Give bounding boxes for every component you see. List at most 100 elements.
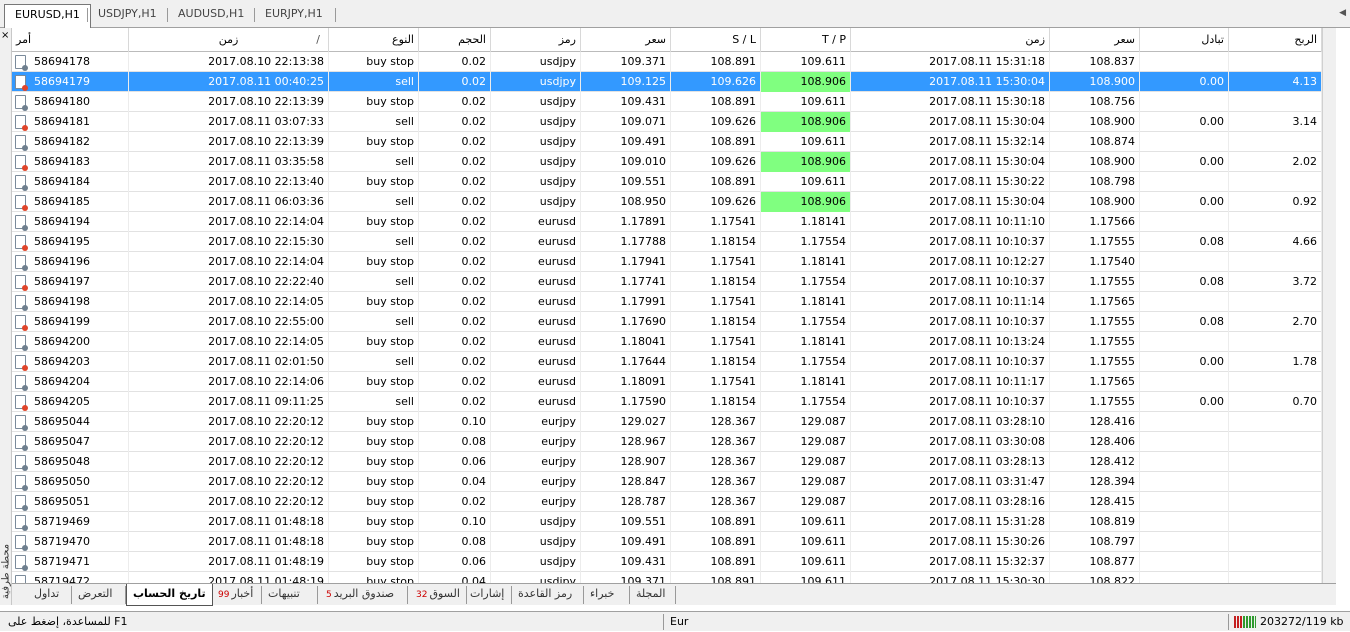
table-row[interactable]: 58694181 2017.08.11 03:07:33 sell 0.02 usdjp… xyxy=(12,112,1336,132)
cell-open-time: 2017.08.10 22:13:39 xyxy=(129,92,329,112)
table-row[interactable]: 58694200 2017.08.10 22:14:05 buy stop 0.02 e… xyxy=(12,332,1336,352)
col-header-order[interactable]: أمر xyxy=(12,28,129,52)
cell-volume: 0.04 xyxy=(419,572,491,583)
cell-open-time: 2017.08.10 22:13:40 xyxy=(129,172,329,192)
table-row[interactable]: 58694203 2017.08.11 02:01:50 sell 0.02 eurus… xyxy=(12,352,1336,372)
cell-close-time: 2017.08.11 10:10:37 xyxy=(851,312,1050,332)
cell-order: 58694199 xyxy=(12,312,129,332)
cell-profit xyxy=(1229,332,1322,352)
terminal-tab[interactable]: 32 السوق xyxy=(408,586,467,604)
cell-sl: 1.18154 xyxy=(671,272,761,292)
col-header-open-time[interactable]: زمن / xyxy=(129,28,329,52)
terminal-tab[interactable]: تاريخ الحساب xyxy=(126,584,213,606)
terminal-tab[interactable]: رمز القاعدة xyxy=(512,586,584,604)
terminal-tab[interactable]: التعرض xyxy=(72,586,126,604)
col-header-price[interactable]: سعر xyxy=(581,28,671,52)
cell-sl: 108.891 xyxy=(671,92,761,112)
col-header-tp[interactable]: T / P xyxy=(761,28,851,52)
status-profile[interactable]: Eur xyxy=(670,612,688,632)
cell-symbol: eurusd xyxy=(491,392,581,412)
col-header-close-price[interactable]: سعر xyxy=(1050,28,1140,52)
cell-type: sell xyxy=(329,392,419,412)
cell-close-price: 1.17555 xyxy=(1050,332,1140,352)
cell-close-price: 1.17566 xyxy=(1050,212,1140,232)
table-row[interactable]: 58694199 2017.08.10 22:55:00 sell 0.02 eurus… xyxy=(12,312,1336,332)
cell-profit xyxy=(1229,492,1322,512)
cell-tp: 109.611 xyxy=(761,512,851,532)
cell-tp: 1.17554 xyxy=(761,312,851,332)
col-header-type[interactable]: النوع xyxy=(329,28,419,52)
cell-sl: 109.626 xyxy=(671,192,761,212)
table-row[interactable]: 58719472 2017.08.11 01:48:19 buy stop 0.04 u… xyxy=(12,572,1336,583)
table-row[interactable]: 58694205 2017.08.11 09:11:25 sell 0.02 eurus… xyxy=(12,392,1336,412)
table-row[interactable]: 58695051 2017.08.10 22:20:12 buy stop 0.02 e… xyxy=(12,492,1336,512)
table-row[interactable]: 58694197 2017.08.10 22:22:40 sell 0.02 eurus… xyxy=(12,272,1336,292)
cell-swap xyxy=(1140,212,1229,232)
terminal-vertical-label: محطة طرفية xyxy=(0,543,12,600)
table-row[interactable]: 58695048 2017.08.10 22:20:12 buy stop 0.06 e… xyxy=(12,452,1336,472)
tabs-scroll-left-icon[interactable]: ◀ xyxy=(1339,8,1346,18)
cell-close-time: 2017.08.11 15:30:22 xyxy=(851,172,1050,192)
cell-swap: 0.08 xyxy=(1140,232,1229,252)
table-row[interactable]: 58694182 2017.08.10 22:13:39 buy stop 0.02 u… xyxy=(12,132,1336,152)
terminal-tab[interactable]: 99 أخبار xyxy=(210,586,262,604)
close-icon[interactable]: × xyxy=(1,30,9,41)
table-row[interactable]: 58694184 2017.08.10 22:13:40 buy stop 0.02 u… xyxy=(12,172,1336,192)
terminal-tab[interactable]: تنبيهات xyxy=(262,586,318,604)
cell-symbol: usdjpy xyxy=(491,192,581,212)
table-row[interactable]: 58719471 2017.08.11 01:48:19 buy stop 0.06 u… xyxy=(12,552,1336,572)
cell-volume: 0.02 xyxy=(419,252,491,272)
cell-close-price: 1.17555 xyxy=(1050,312,1140,332)
status-help-text: للمساعدة، إضغط على F1 xyxy=(8,615,128,628)
cell-symbol: eurusd xyxy=(491,332,581,352)
table-row[interactable]: 58694196 2017.08.10 22:14:04 buy stop 0.02 e… xyxy=(12,252,1336,272)
table-row[interactable]: 58695047 2017.08.10 22:20:12 buy stop 0.08 e… xyxy=(12,432,1336,452)
table-row[interactable]: 58694204 2017.08.10 22:14:06 buy stop 0.02 e… xyxy=(12,372,1336,392)
col-header-sl[interactable]: S / L xyxy=(671,28,761,52)
chart-tab-audusd[interactable]: AUDUSD,H1 xyxy=(168,4,254,26)
table-row[interactable]: 58719470 2017.08.11 01:48:18 buy stop 0.08 u… xyxy=(12,532,1336,552)
cell-symbol: eurusd xyxy=(491,272,581,292)
col-header-swap[interactable]: تبادل xyxy=(1140,28,1229,52)
terminal-tab[interactable]: 5 صندوق البريد xyxy=(318,586,408,604)
col-header-close-time[interactable]: زمن xyxy=(851,28,1050,52)
vertical-scrollbar[interactable] xyxy=(1322,28,1336,583)
cell-close-price: 1.17565 xyxy=(1050,372,1140,392)
terminal-tab[interactable]: خبراء xyxy=(584,586,630,604)
cell-profit xyxy=(1229,452,1322,472)
terminal-tab[interactable]: المجلة xyxy=(630,586,676,604)
table-row[interactable]: 58694185 2017.08.11 06:03:36 sell 0.02 usdjp… xyxy=(12,192,1336,212)
table-row[interactable]: 58695050 2017.08.10 22:20:12 buy stop 0.04 e… xyxy=(12,472,1336,492)
col-header-profit[interactable]: الربح xyxy=(1229,28,1322,52)
table-row[interactable]: 58694195 2017.08.10 22:15:30 sell 0.02 eurus… xyxy=(12,232,1336,252)
cell-order: 58694194 xyxy=(12,212,129,232)
cell-profit: 0.70 xyxy=(1229,392,1322,412)
cell-profit xyxy=(1229,372,1322,392)
table-row[interactable]: 58694178 2017.08.10 22:13:38 buy stop 0.02 u… xyxy=(12,52,1336,72)
cell-tp: 1.18141 xyxy=(761,212,851,232)
cell-type: buy stop xyxy=(329,372,419,392)
col-header-symbol[interactable]: رمز xyxy=(491,28,581,52)
cell-volume: 0.02 xyxy=(419,132,491,152)
cell-price: 128.907 xyxy=(581,452,671,472)
chart-tab-eurusd[interactable]: EURUSD,H1 xyxy=(4,4,91,28)
table-row[interactable]: 58694179 2017.08.11 00:40:25 sell 0.02 usdjp… xyxy=(12,72,1336,92)
table-row[interactable]: 58694194 2017.08.10 22:14:04 buy stop 0.02 e… xyxy=(12,212,1336,232)
cell-sl: 1.18154 xyxy=(671,392,761,412)
table-row[interactable]: 58695044 2017.08.10 22:20:12 buy stop 0.10 e… xyxy=(12,412,1336,432)
cell-open-time: 2017.08.10 22:20:12 xyxy=(129,492,329,512)
chart-tab-eurjpy[interactable]: EURJPY,H1 xyxy=(255,4,333,26)
cell-volume: 0.02 xyxy=(419,72,491,92)
table-row[interactable]: 58694183 2017.08.11 03:35:58 sell 0.02 usdjp… xyxy=(12,152,1336,172)
table-row[interactable]: 58694198 2017.08.10 22:14:05 buy stop 0.02 e… xyxy=(12,292,1336,312)
table-row[interactable]: 58719469 2017.08.11 01:48:18 buy stop 0.10 u… xyxy=(12,512,1336,532)
cell-swap: 0.08 xyxy=(1140,272,1229,292)
col-header-volume[interactable]: الحجم xyxy=(419,28,491,52)
terminal-tab[interactable]: تداول xyxy=(28,586,72,604)
cell-type: buy stop xyxy=(329,492,419,512)
chart-tab-usdjpy[interactable]: USDJPY,H1 xyxy=(88,4,167,26)
table-row[interactable]: 58694180 2017.08.10 22:13:39 buy stop 0.02 u… xyxy=(12,92,1336,112)
terminal-tab[interactable]: إشارات xyxy=(464,586,512,604)
tab-count-badge: 32 xyxy=(416,590,428,600)
cell-order: 58719470 xyxy=(12,532,129,552)
